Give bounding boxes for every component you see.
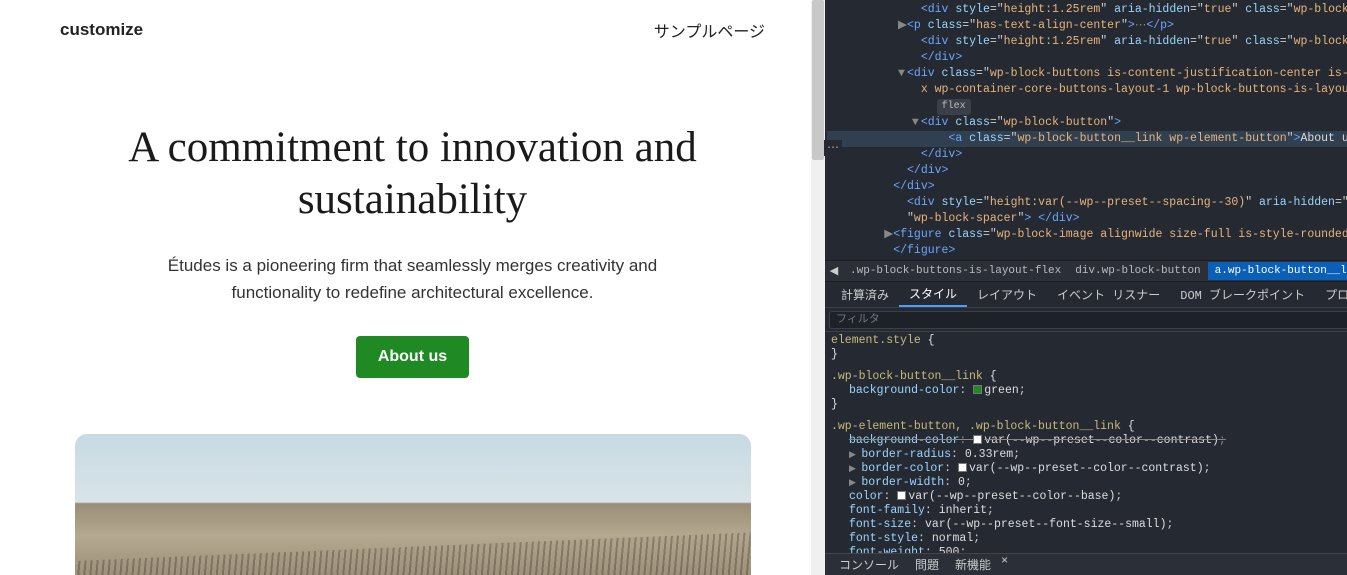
dom-node[interactable]: </div> bbox=[827, 147, 1347, 163]
styles-tab[interactable]: レイアウト bbox=[967, 283, 1047, 306]
nav-sample-page[interactable]: サンプルページ bbox=[654, 18, 765, 42]
styles-tabs: 計算済みスタイルレイアウトイベント リスナーDOM ブレークポイントプロパティ» bbox=[825, 282, 1347, 308]
preview-scrollbar-thumb[interactable] bbox=[812, 0, 824, 160]
dom-node[interactable]: flex bbox=[827, 98, 1347, 115]
hero-title: A commitment to innovation and sustainab… bbox=[60, 122, 765, 225]
dom-node[interactable]: <a class="wp-block-button__link wp-eleme… bbox=[827, 131, 1347, 147]
dom-node[interactable]: </div> bbox=[827, 179, 1347, 195]
drawer: コンソール問題新機能× ⚙ × bbox=[825, 553, 1347, 575]
hero-subtitle: Études is a pioneering firm that seamles… bbox=[138, 253, 688, 306]
ellipsis-icon[interactable]: ⋯ bbox=[825, 140, 842, 156]
site-header: customize サンプルページ bbox=[60, 18, 765, 42]
dom-node[interactable]: <div style="height:1.25rem" aria-hidden=… bbox=[827, 34, 1347, 50]
drawer-tab[interactable]: コンソール bbox=[831, 554, 907, 575]
styles-pane[interactable]: element.style {} style.css?ver=6.4.3:6.wp… bbox=[825, 332, 1347, 553]
drawer-tab[interactable]: 新機能 bbox=[947, 554, 999, 575]
dom-node[interactable]: <div style="height:1.25rem" aria-hidden=… bbox=[827, 2, 1347, 18]
css-rule[interactable]: element.style {} bbox=[831, 334, 1347, 362]
css-rule[interactable]: style.css?ver=6.4.3:6.wp-block-button__l… bbox=[831, 370, 1347, 412]
site-title[interactable]: customize bbox=[60, 20, 143, 40]
breadcrumb-item[interactable]: .wp-block-buttons-is-layout-flex bbox=[843, 262, 1068, 280]
drawer-tab[interactable]: 問題 bbox=[907, 554, 947, 575]
dom-node[interactable]: </div> bbox=[827, 50, 1347, 66]
styles-filter-row: :hov .cls + ⧉ ▣ bbox=[825, 308, 1347, 332]
dom-node[interactable]: </figure> bbox=[827, 243, 1347, 259]
drawer-tab-close-icon[interactable]: × bbox=[1001, 554, 1008, 575]
breadcrumb-item[interactable]: div.wp-block-button bbox=[1068, 262, 1207, 280]
elements-tree[interactable]: ⋯ <div style="height:1.25rem" aria-hidde… bbox=[825, 0, 1347, 260]
dom-node[interactable]: ▼<div class="wp-block-button"> bbox=[827, 115, 1347, 131]
styles-tab[interactable]: プロパティ bbox=[1315, 283, 1347, 306]
styles-tab[interactable]: DOM ブレークポイント bbox=[1170, 283, 1315, 306]
devtools-panel: ⋯ <div style="height:1.25rem" aria-hidde… bbox=[825, 0, 1347, 575]
dom-node[interactable]: ▼<div class="wp-block-buttons is-content… bbox=[827, 66, 1347, 82]
hero-image bbox=[75, 434, 751, 575]
dom-node[interactable]: x wp-container-core-buttons-layout-1 wp-… bbox=[827, 82, 1347, 98]
dom-node[interactable]: "wp-block-spacer"> </div> bbox=[827, 211, 1347, 227]
breadcrumb-item[interactable]: a.wp-block-button__link.wp-element-butto… bbox=[1208, 262, 1347, 280]
breadcrumb: ◀ .wp-block-buttons-is-layout-flexdiv.wp… bbox=[825, 260, 1347, 282]
styles-tab[interactable]: 計算済み bbox=[831, 283, 899, 306]
breadcrumb-scroll-left[interactable]: ◀ bbox=[825, 264, 843, 278]
dom-node[interactable]: <div style="height:var(--wp--preset--spa… bbox=[827, 195, 1347, 211]
dom-node[interactable]: ▶<figure class="wp-block-image alignwide… bbox=[827, 227, 1347, 243]
styles-tab[interactable]: イベント リスナー bbox=[1047, 283, 1170, 306]
css-rule[interactable]: （インデックス）:199.wp-element-button, .wp-bloc… bbox=[831, 420, 1347, 553]
dom-node[interactable]: ▶<p class="has-text-align-center">⋯</p> bbox=[827, 18, 1347, 34]
preview-scrollbar[interactable] bbox=[811, 0, 825, 575]
website-preview: customize サンプルページ A commitment to innova… bbox=[0, 0, 825, 575]
styles-tab[interactable]: スタイル bbox=[899, 282, 967, 307]
about-us-button[interactable]: About us bbox=[356, 336, 469, 378]
styles-filter-input[interactable] bbox=[829, 311, 1347, 329]
dom-node[interactable]: </div> bbox=[827, 163, 1347, 179]
